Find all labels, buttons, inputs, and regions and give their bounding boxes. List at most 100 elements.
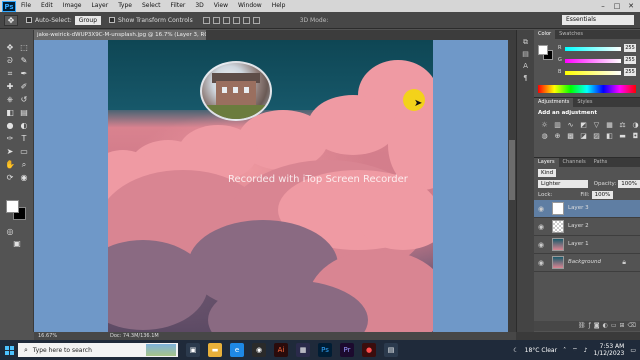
explorer-icon[interactable]: ▤ (384, 343, 398, 357)
crop-icon[interactable]: ⌗ (4, 68, 16, 79)
auto-select-checkbox[interactable] (26, 17, 32, 23)
color-panel-foreground[interactable] (538, 45, 548, 55)
dodge-icon[interactable]: ◐ (18, 120, 30, 131)
zoom-icon[interactable]: ⌕ (18, 159, 30, 170)
adjustment-icon[interactable]: ◐ (603, 321, 608, 331)
network-icon[interactable]: ⌔ (572, 346, 578, 354)
eye-icon[interactable]: ◉ (538, 259, 544, 267)
document-tab[interactable]: jake-weirick-dWUP3X9C-M-unsplash.jpg @ 1… (34, 30, 206, 40)
menu-select[interactable]: Select (137, 0, 166, 12)
folder-icon[interactable]: ▭ (611, 321, 617, 331)
blue-slider[interactable]: B 255 (558, 68, 638, 77)
menu-3d[interactable]: 3D (190, 0, 208, 12)
3d-rotate-icon[interactable]: ⟳ (4, 172, 16, 183)
eye-icon[interactable]: ◉ (538, 223, 544, 231)
layer-row-layer-3[interactable]: ◉ Layer 3 (534, 200, 640, 218)
screen-mode-icon[interactable]: ▣ (11, 238, 23, 249)
photo-filter-icon[interactable]: ◍ (540, 132, 549, 140)
photoshop-taskbar-icon[interactable]: Ps (318, 343, 332, 357)
brightness-icon[interactable]: ☼ (540, 121, 549, 129)
layer-row-background[interactable]: ◉ Background 🔒︎ (534, 254, 640, 272)
opacity-field[interactable]: 100% (618, 179, 640, 188)
blend-mode-dropdown[interactable]: Lighter (538, 179, 588, 188)
canvas-vertical-scrollbar[interactable] (508, 40, 516, 332)
blur-icon[interactable]: ● (4, 120, 16, 131)
eye-icon[interactable]: ◉ (538, 241, 544, 249)
brush-icon[interactable]: ✐ (18, 81, 30, 92)
channel-mixer-icon[interactable]: ⊕ (553, 132, 562, 140)
scrollbar-thumb[interactable] (509, 140, 515, 200)
mask-icon[interactable]: ◙ (594, 321, 600, 331)
store-icon[interactable]: ▦ (296, 343, 310, 357)
trash-icon[interactable]: ⌫ (628, 321, 636, 331)
properties-panel-icon[interactable]: ▤ (521, 50, 530, 58)
file-explorer-icon[interactable]: ▬ (208, 343, 222, 357)
path-select-icon[interactable]: ➤ (4, 146, 16, 157)
align-left-icon[interactable] (232, 16, 240, 24)
premiere-icon[interactable]: Pr (340, 343, 354, 357)
illustrator-icon[interactable]: Ai (274, 343, 288, 357)
levels-icon[interactable]: ▥ (553, 121, 562, 129)
move-icon[interactable]: ✥ (4, 42, 16, 53)
exposure-icon[interactable]: ◩ (579, 121, 588, 129)
workspace-dropdown[interactable]: Essentials (562, 15, 634, 25)
menu-file[interactable]: File (16, 0, 36, 12)
align-right-icon[interactable] (252, 16, 260, 24)
red-gradient[interactable] (565, 47, 621, 51)
weather-text[interactable]: 18°C Clear (525, 347, 557, 354)
move-tool-icon[interactable]: ✥ (4, 14, 18, 26)
marquee-icon[interactable]: ⬚ (18, 42, 30, 53)
red-value-field[interactable]: 255 (624, 44, 636, 52)
color-balance-icon[interactable]: ⚖ (618, 121, 627, 129)
menu-view[interactable]: View (209, 0, 233, 12)
menu-layer[interactable]: Layer (86, 0, 113, 12)
black-white-icon[interactable]: ◑ (631, 121, 640, 129)
menu-filter[interactable]: Filter (166, 0, 191, 12)
blue-gradient[interactable] (565, 71, 621, 75)
quick-mask-icon[interactable]: ◎ (4, 226, 16, 237)
canvas-image[interactable]: Recorded with iTop Screen Recorder (108, 40, 433, 332)
start-button[interactable] (0, 340, 18, 360)
tab-swatches[interactable]: Swatches (555, 30, 587, 39)
minimize-button[interactable]: – (596, 0, 610, 12)
zoom-level[interactable]: 16.67% (38, 332, 57, 340)
threshold-icon[interactable]: ◧ (605, 132, 614, 140)
type-icon[interactable]: T (18, 133, 30, 144)
selective-color-icon[interactable]: ◘ (631, 132, 640, 140)
task-view-icon[interactable]: ▣ (186, 343, 200, 357)
tab-styles[interactable]: Styles (573, 98, 596, 107)
menu-window[interactable]: Window (233, 0, 267, 12)
auto-select-dropdown[interactable]: Group (74, 15, 102, 25)
layer-row-layer-1[interactable]: ◉ Layer 1 (534, 236, 640, 254)
healing-brush-icon[interactable]: ✚ (4, 81, 16, 92)
fill-field[interactable]: 100% (591, 190, 614, 199)
volume-icon[interactable]: ♪ (584, 347, 588, 354)
menu-type[interactable]: Type (113, 0, 137, 12)
green-slider[interactable]: G 255 (558, 56, 638, 65)
fx-icon[interactable]: ƒ (589, 321, 591, 331)
taskbar-search-box[interactable]: ⌕ Type here to search (18, 343, 178, 357)
curves-icon[interactable]: ∿ (566, 121, 575, 129)
tab-color[interactable]: Color (534, 30, 556, 39)
maximize-button[interactable]: □ (610, 0, 624, 12)
weather-icon[interactable]: ☾ (513, 347, 518, 354)
transform-controls-checkbox[interactable] (109, 17, 116, 23)
clone-stamp-icon[interactable]: ⎈ (4, 94, 16, 105)
notifications-icon[interactable]: ▭ (630, 347, 636, 354)
color-lookup-icon[interactable]: ▩ (566, 132, 575, 140)
green-value-field[interactable]: 255 (624, 56, 636, 64)
tab-adjustments[interactable]: Adjustments (534, 98, 574, 107)
3d-camera-icon[interactable]: ◉ (18, 172, 30, 183)
align-center-icon[interactable] (242, 16, 250, 24)
edge-icon[interactable]: e (230, 343, 244, 357)
clock[interactable]: 7:53 AM 1/12/2023 (594, 343, 625, 357)
menu-image[interactable]: Image (58, 0, 87, 12)
eraser-icon[interactable]: ◧ (4, 107, 16, 118)
tab-paths[interactable]: Paths (590, 158, 612, 167)
eye-icon[interactable]: ◉ (538, 205, 544, 213)
posterize-icon[interactable]: ▨ (592, 132, 601, 140)
character-panel-icon[interactable]: A (521, 62, 530, 70)
invert-icon[interactable]: ◪ (579, 132, 588, 140)
hand-icon[interactable]: ✋ (4, 159, 16, 170)
tab-layers[interactable]: Layers (534, 158, 559, 167)
